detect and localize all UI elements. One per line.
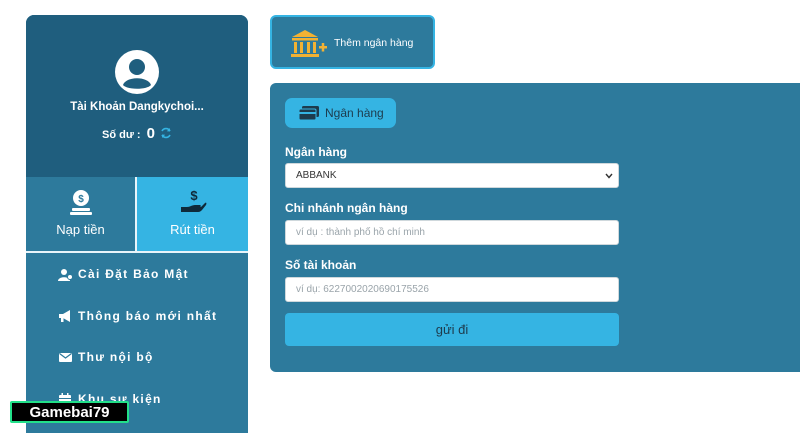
menu-item-label: Thông báo mới nhất [78,309,218,323]
avatar-icon [115,50,159,94]
chevron-down-icon [605,173,613,179]
tab-label: Ngân hàng [325,106,384,120]
menu-item-inbox[interactable]: Thư nội bộ [58,350,154,364]
withdraw-button[interactable]: $ Rút tiền [137,177,248,253]
refresh-icon[interactable] [160,127,172,139]
watermark-text: Gamebai79 [29,404,110,421]
sidebar: Tài Khoản Dangkychoi... Số dư : 0 $ Nạp … [26,15,248,433]
watermark-logo: Gamebai79 [10,401,129,423]
balance-value: 0 [146,125,155,142]
menu-item-notifications[interactable]: Thông báo mới nhất [58,309,217,323]
envelope-icon [59,352,72,362]
menu-item-label: Thư nội bộ [78,350,154,364]
svg-text:$: $ [78,194,84,205]
bank-plus-icon [291,30,327,57]
account-number-input[interactable]: ví dụ: 6227002020690175526 [285,277,619,302]
balance-label: Số dư : [102,129,141,141]
money-bag-icon: $ [69,190,92,215]
deposit-button[interactable]: $ Nạp tiền [26,177,137,253]
branch-label: Chi nhánh ngân hàng [285,201,408,215]
balance: Số dư : 0 [26,125,248,142]
deposit-label: Nạp tiền [56,222,105,237]
add-bank-label: Thêm ngân hàng [334,37,414,49]
profile-card: Tài Khoản Dangkychoi... Số dư : 0 [26,15,248,177]
bank-select-value: ABBANK [296,170,337,181]
branch-input[interactable]: ví dụ : thành phố hồ chí minh [285,220,619,245]
bank-form-panel: Ngân hàng Ngân hàng ABBANK Chi nhánh ngâ… [270,83,800,372]
tab-bank[interactable]: Ngân hàng [285,98,396,128]
menu-item-label: Cài Đặt Bảo Mật [78,267,189,281]
credit-card-icon [299,106,319,121]
bank-select[interactable]: ABBANK [285,163,619,188]
menu-item-security[interactable]: Cài Đặt Bảo Mật [58,267,189,281]
withdraw-label: Rút tiền [170,222,215,237]
account-username: Tài Khoản Dangkychoi... [70,101,204,113]
account-number-label: Số tài khoản [285,258,357,272]
hand-money-icon: $ [180,188,206,212]
user-gear-icon [58,268,73,281]
bank-select-label: Ngân hàng [285,145,347,159]
submit-button[interactable]: gửi đi [285,313,619,346]
svg-text:$: $ [190,188,198,203]
add-bank-button[interactable]: Thêm ngân hàng [270,15,435,69]
app-root: Tài Khoản Dangkychoi... Số dư : 0 $ Nạp … [0,0,800,433]
megaphone-icon [59,309,70,322]
